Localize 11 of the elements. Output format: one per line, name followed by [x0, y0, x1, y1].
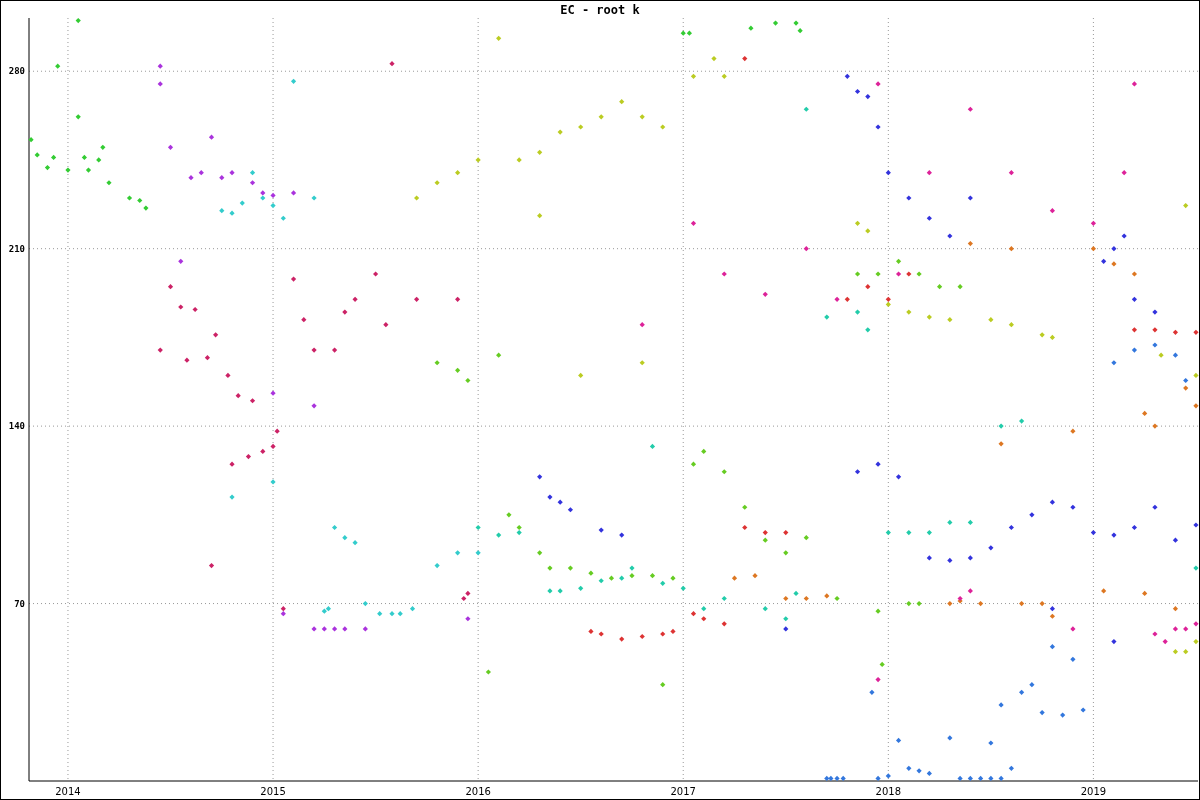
y-tick-label: 70 — [14, 598, 25, 609]
x-tick-label: 2016 — [465, 786, 491, 797]
x-tick-label: 2015 — [260, 786, 286, 797]
x-tick-label: 2017 — [670, 786, 696, 797]
x-tick-label: 2019 — [1080, 786, 1107, 797]
y-tick-label: 140 — [8, 421, 25, 432]
y-tick-label: 210 — [8, 243, 25, 254]
y-tick-label: 280 — [8, 66, 25, 77]
x-tick-label: 2014 — [55, 786, 81, 797]
chart-title: EC - root k — [560, 3, 640, 17]
x-tick-label: 2018 — [875, 786, 902, 797]
